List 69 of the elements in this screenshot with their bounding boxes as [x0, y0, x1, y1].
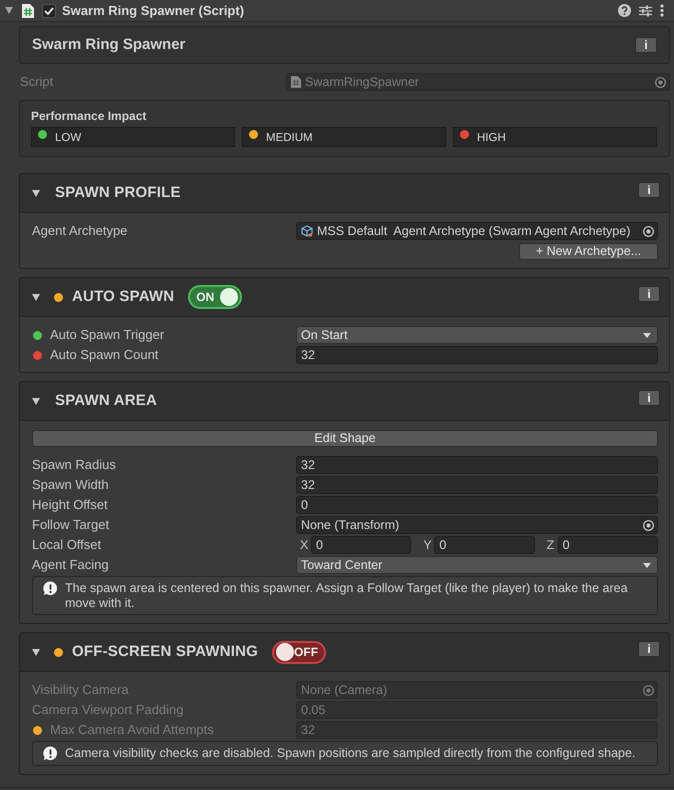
info-button[interactable]: i — [635, 37, 657, 53]
number-field[interactable]: 0 — [296, 496, 658, 514]
foldout-triangle-icon[interactable] — [32, 398, 40, 404]
field-label: Script — [19, 74, 54, 90]
toggle-knob — [276, 643, 294, 661]
help-text: Camera visibility checks are disabled. Spawn positions are sampled directly from the configured shape. — [65, 746, 636, 760]
foldout-triangle-icon[interactable] — [32, 190, 40, 196]
exclamation-icon — [43, 581, 58, 596]
dropdown[interactable]: On Start — [296, 326, 658, 344]
axis-label: Y — [422, 538, 433, 552]
field-label: Spawn Radius — [32, 457, 116, 473]
info-button[interactable]: i — [638, 286, 660, 302]
field-label: Agent Archetype — [32, 223, 128, 239]
script-file-icon — [291, 76, 301, 88]
section-title: OFF-SCREEN SPAWNING — [72, 643, 258, 661]
wide-action-button[interactable]: Edit Shape — [32, 430, 658, 447]
number-field[interactable]: 0 — [558, 536, 658, 554]
field-label: Height Offset — [32, 497, 108, 513]
foldout-triangle-icon[interactable] — [32, 648, 40, 656]
object-field[interactable]: MSS Default Agent Archetype (Swarm Agent Archetype) — [296, 222, 658, 240]
help-icon[interactable] — [618, 4, 631, 17]
help-text: The spawn area is centered on this spawner. Assign a Follow Target (like the player) to make the area move with it. — [65, 581, 629, 610]
impact-label: LOW — [55, 132, 82, 146]
section-title: SPAWN AREA — [55, 392, 158, 410]
kebab-menu-icon[interactable] — [660, 4, 664, 17]
section-title: SPAWN PROFILE — [55, 184, 181, 202]
toggle-switch[interactable]: ON — [188, 285, 242, 309]
info-button[interactable]: i — [638, 641, 660, 657]
foldout-triangle-icon[interactable] — [5, 7, 13, 14]
component-title: Swarm Ring Spawner (Script) — [62, 2, 244, 18]
number-field[interactable]: 32 — [296, 476, 658, 494]
enable-checkbox[interactable] — [42, 4, 56, 18]
dropdown[interactable]: Toward Center — [296, 556, 658, 574]
number-field[interactable]: 32 — [296, 456, 658, 474]
field-label: Visibility Camera — [32, 682, 129, 698]
axis-label: X — [299, 538, 310, 552]
check-icon — [44, 6, 54, 14]
panel-heading: Performance Impact — [31, 109, 146, 124]
field-label: Camera Viewport Padding — [32, 702, 184, 718]
toggle-knob — [220, 288, 238, 306]
caret-icon — [643, 332, 651, 338]
axis-label: Z — [546, 538, 556, 552]
field-label: Agent Facing — [32, 557, 109, 573]
caret-icon — [643, 562, 651, 568]
script-file-icon — [22, 4, 34, 18]
number-field[interactable]: 32 — [296, 346, 658, 364]
impact-label: HIGH — [477, 132, 506, 146]
target-icon[interactable] — [643, 226, 654, 236]
target-icon[interactable] — [643, 520, 654, 530]
foldout-triangle-icon[interactable] — [32, 294, 40, 300]
field-label: Follow Target — [32, 517, 110, 533]
field-label: Local Offset — [32, 537, 102, 553]
action-button[interactable]: + New Archetype... — [519, 242, 658, 260]
exclamation-icon — [43, 746, 58, 761]
section-title: AUTO SPAWN — [72, 288, 174, 306]
field-label: Spawn Width — [32, 477, 109, 493]
toggle-switch[interactable]: OFF — [272, 640, 326, 664]
field-label: Max Camera Avoid Attempts — [50, 722, 214, 738]
cube-icon — [301, 225, 313, 237]
object-field[interactable]: None (Transform) — [296, 516, 658, 534]
sliders-icon[interactable] — [639, 4, 652, 16]
field-label: Auto Spawn Count — [50, 347, 158, 363]
impact-label: MEDIUM — [266, 132, 313, 146]
panel-title: Swarm Ring Spawner — [32, 36, 186, 54]
number-field[interactable]: 0 — [311, 536, 412, 554]
info-button[interactable]: i — [638, 390, 660, 406]
info-button[interactable]: i — [638, 182, 660, 198]
number-field[interactable]: 0 — [434, 536, 535, 554]
field-label: Auto Spawn Trigger — [50, 327, 164, 343]
